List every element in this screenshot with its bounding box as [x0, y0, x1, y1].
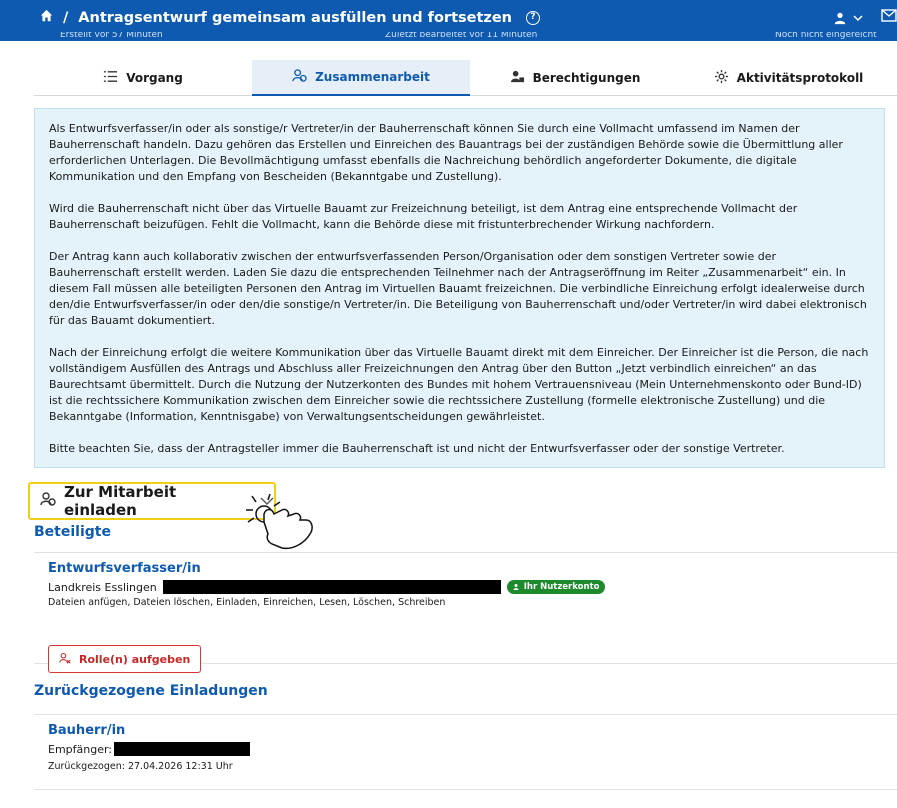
tab-label: Zusammenarbeit — [315, 70, 430, 84]
mail-icon[interactable] — [881, 9, 897, 26]
header-meta-row: Erstellt vor 57 Minuten Zuletzt bearbeit… — [0, 32, 897, 41]
tab-zusammenarbeit[interactable]: Zusammenarbeit — [252, 60, 470, 96]
info-paragraph: Als Entwurfsverfasser/in oder als sonsti… — [49, 122, 843, 183]
give-up-role-button[interactable]: Rolle(n) aufgeben — [48, 645, 202, 673]
invite-dropdown-button[interactable]: Zur Mitarbeit einladen — [28, 482, 276, 520]
redacted-recipient — [114, 742, 251, 756]
tab-label: Berechtigungen — [532, 71, 641, 85]
people-icon — [292, 68, 307, 86]
redacted-name — [162, 580, 501, 594]
withdrawn-card: Bauherr/in Empfänger: Zurückgezogen: 27.… — [34, 714, 897, 790]
withdrawn-role: Bauherr/in — [48, 723, 126, 738]
pointer-hand-icon — [246, 493, 313, 550]
gear-icon — [714, 69, 729, 87]
add-people-icon — [40, 491, 56, 511]
edited-meta: Zuletzt bearbeitet vor 11 Minuten — [385, 32, 538, 40]
permissions-text: Dateien anfügen, Dateien löschen, Einlad… — [48, 597, 446, 608]
participant-role: Entwurfsverfasser/in — [48, 561, 201, 576]
badge-label: Ihr Nutzerkonto — [523, 582, 600, 592]
invite-label: Zur Mitarbeit einladen — [64, 483, 177, 519]
own-account-badge: Ihr Nutzerkonto — [506, 580, 606, 594]
tab-aktivitaetsprotokoll[interactable]: Aktivitätsprotokoll — [680, 60, 897, 96]
tab-vorgang[interactable]: Vorgang — [34, 60, 252, 96]
participants-heading: Beteiligte — [34, 524, 111, 540]
withdrawn-heading: Zurückgezogene Einladungen — [34, 683, 268, 699]
recipient-label: Empfänger: — [48, 742, 113, 756]
breadcrumb-separator: / — [63, 9, 69, 26]
participant-line: Landkreis Esslingen Ihr Nutzerkonto — [48, 580, 897, 594]
info-paragraph: Nach der Einreichung erfolgt die weitere… — [49, 346, 869, 423]
info-paragraph: Der Antrag kann auch kollaborativ zwisch… — [49, 250, 867, 327]
top-header: Erstellt vor 57 Minuten Zuletzt bearbeit… — [0, 0, 897, 41]
info-paragraph: Wird die Bauherrenschaft nicht über das … — [49, 202, 798, 231]
remove-user-icon — [59, 652, 71, 667]
withdrawn-date: Zurückgezogen: 27.04.2026 12:31 Uhr — [48, 761, 233, 772]
tab-bar: Vorgang Zusammenarbeit Berechtigungen Ak… — [34, 60, 897, 96]
page-title: Antragsentwurf gemeinsam ausfüllen und f… — [78, 9, 512, 26]
tab-label: Vorgang — [126, 71, 183, 85]
created-meta: Erstellt vor 57 Minuten — [60, 32, 163, 40]
list-icon — [103, 69, 118, 87]
user-menu-icon[interactable] — [833, 11, 863, 25]
recipient-line: Empfänger: — [48, 742, 897, 756]
info-paragraph: Bitte beachten Sie, dass der Antragstell… — [49, 442, 785, 455]
give-up-label: Rolle(n) aufgeben — [79, 652, 191, 666]
info-box: Als Entwurfsverfasser/in oder als sonsti… — [34, 108, 885, 468]
participant-card: Entwurfsverfasser/in Landkreis Esslingen… — [34, 552, 897, 673]
tab-berechtigungen[interactable]: Berechtigungen — [470, 60, 680, 96]
help-icon[interactable]: ? — [526, 10, 540, 25]
user-lock-icon — [510, 69, 525, 87]
home-icon[interactable] — [40, 9, 53, 26]
submission-meta: Noch nicht eingereicht — [775, 32, 877, 40]
tab-label: Aktivitätsprotokoll — [736, 71, 864, 85]
participant-org: Landkreis Esslingen — [48, 580, 157, 594]
